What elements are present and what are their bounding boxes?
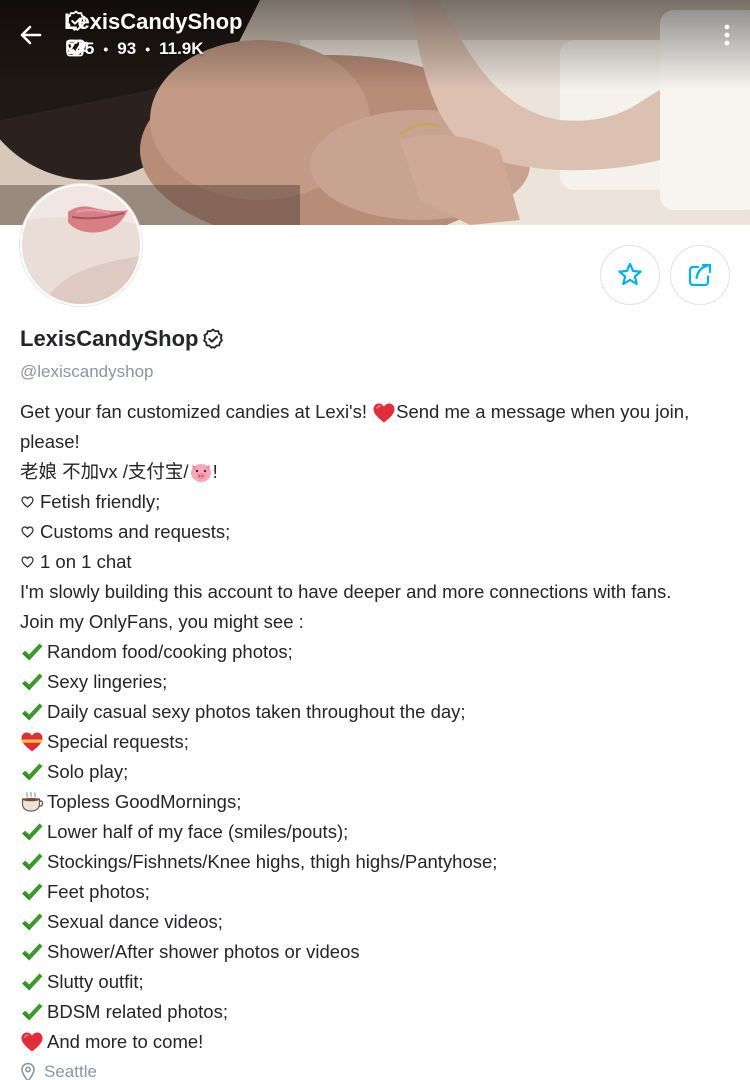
bio-list-item: Slutty outfit; — [20, 967, 745, 997]
bio-item-list: Random food/cooking photos; Sexy lingerie… — [20, 637, 745, 1057]
bio-cn-text-a: 老娘 不加vx /支付宝/ — [20, 461, 189, 482]
verified-badge-icon — [203, 328, 224, 349]
profile-location: Seattle — [20, 1062, 97, 1080]
heart-with-ribbon-icon — [21, 732, 43, 752]
avatar-photo-graphic — [22, 186, 140, 304]
avatar[interactable] — [20, 184, 142, 306]
check-mark-icon — [22, 973, 43, 991]
bio-paragraph: Join my OnlyFans, you might see : — [20, 611, 304, 632]
bio-list-item: Sexy lingeries; — [20, 667, 745, 697]
bio-list-item-text: BDSM related photos; — [47, 1001, 228, 1022]
location-pin-icon — [21, 1062, 35, 1080]
bio-intro-text-a: Get your fan customized candies at Lexi'… — [20, 401, 373, 422]
bio-cn-text-b: ! — [212, 461, 218, 482]
likes-stat: 11.9K — [66, 39, 204, 59]
header-stats: 745 • 93 • 11.9K — [66, 39, 204, 59]
bio-heart-line: 1 on 1 chat — [20, 547, 745, 577]
back-button[interactable] — [16, 20, 46, 50]
heart-outline-icon — [21, 556, 34, 568]
bio-list-item: Stockings/Fishnets/Knee highs, thigh hig… — [20, 847, 745, 877]
header-title: LexisCandyShop — [64, 9, 242, 35]
check-mark-icon — [22, 943, 43, 961]
bio-list-item-text: Slutty outfit; — [47, 971, 144, 992]
bio-list-item: BDSM related photos; — [20, 997, 745, 1027]
bio-list-item-text: Feet photos; — [47, 881, 150, 902]
heart-outline-icon — [21, 496, 34, 508]
star-icon — [618, 262, 642, 285]
bio-list-item: Lower half of my face (smiles/pouts); — [20, 817, 745, 847]
check-mark-icon — [22, 913, 43, 931]
header-username: LexisCandyShop — [64, 9, 243, 34]
bio-list-item: Special requests; — [20, 727, 745, 757]
bio-list-item: Shower/After shower photos or videos — [20, 937, 745, 967]
bio-list-item-text: Sexy lingeries; — [47, 671, 168, 692]
verified-badge-icon — [66, 10, 86, 31]
check-mark-icon — [22, 643, 43, 661]
bio-list-item-text: Sexual dance videos; — [47, 911, 223, 932]
bio-list-item-text: Special requests; — [47, 731, 189, 752]
profile-bio: Get your fan customized candies at Lexi'… — [20, 397, 745, 1057]
bio-list-item-text: Stockings/Fishnets/Knee highs, thigh hig… — [47, 851, 498, 872]
bio-cn-line: 老娘 不加vx /支付宝/ ! — [20, 457, 745, 487]
bio-intro: Get your fan customized candies at Lexi'… — [20, 397, 745, 457]
bio-list-item-text: Topless GoodMornings; — [47, 791, 242, 812]
check-mark-icon — [22, 853, 43, 871]
bio-list-item-text: Lower half of my face (smiles/pouts); — [47, 821, 349, 842]
red-heart-icon — [21, 1032, 43, 1052]
bio-list-item-text: And more to come! — [47, 1031, 204, 1052]
profile-name: LexisCandyShop — [20, 326, 225, 352]
bio-list-item-text: Shower/After shower photos or videos — [47, 941, 360, 962]
bio-list-item: Random food/cooking photos; — [20, 637, 745, 667]
red-heart-icon — [373, 403, 395, 423]
bio-heart-line: Customs and requests; — [20, 517, 745, 547]
bio-list-item-text: Daily casual sexy photos taken throughou… — [47, 701, 466, 722]
bio-list-item: Solo play; — [20, 757, 745, 787]
videos-count: 93 — [117, 39, 137, 58]
heart-outline-icon — [66, 39, 86, 57]
bio-heart-text: 1 on 1 chat — [40, 551, 132, 572]
share-icon — [688, 263, 712, 287]
bio-list-item-text: Random food/cooking photos; — [47, 641, 293, 662]
stat-separator: • — [103, 41, 109, 57]
bio-list-item: Feet photos; — [20, 877, 745, 907]
videos-stat: 93 — [66, 39, 137, 59]
more-options-button[interactable] — [722, 22, 732, 48]
check-mark-icon — [22, 1003, 43, 1021]
check-mark-icon — [22, 883, 43, 901]
bio-list-item: And more to come! — [20, 1027, 745, 1057]
add-to-favorites-button[interactable] — [600, 245, 660, 305]
more-vertical-icon — [724, 24, 730, 46]
share-button[interactable] — [670, 245, 730, 305]
check-mark-icon — [22, 763, 43, 781]
profile-name-text: LexisCandyShop — [20, 326, 199, 351]
location-text: Seattle — [44, 1062, 97, 1080]
bio-list-item-text: Solo play; — [47, 761, 129, 782]
bio-heart-line: Fetish friendly; — [20, 487, 745, 517]
check-mark-icon — [22, 703, 43, 721]
bio-heart-text: Customs and requests; — [40, 521, 231, 542]
hot-beverage-icon — [21, 791, 44, 812]
pig-face-icon — [190, 464, 211, 482]
check-mark-icon — [22, 673, 43, 691]
bio-paragraph: I'm slowly building this account to have… — [20, 581, 672, 602]
profile-handle[interactable]: @lexiscandyshop — [20, 362, 154, 382]
bio-heart-text: Fetish friendly; — [40, 491, 161, 512]
heart-outline-icon — [21, 526, 34, 538]
likes-count: 11.9K — [159, 39, 204, 58]
cover-image: LexisCandyShop 745 • 93 • 11.9K — [0, 0, 750, 225]
arrow-left-icon — [20, 25, 42, 45]
profile-page: LexisCandyShop 745 • 93 • 11.9K LexisCan… — [0, 0, 750, 1080]
stat-separator: • — [145, 41, 151, 57]
bio-list-item: Topless GoodMornings; — [20, 787, 745, 817]
check-mark-icon — [22, 823, 43, 841]
bio-list-item: Sexual dance videos; — [20, 907, 745, 937]
bio-list-item: Daily casual sexy photos taken throughou… — [20, 697, 745, 727]
